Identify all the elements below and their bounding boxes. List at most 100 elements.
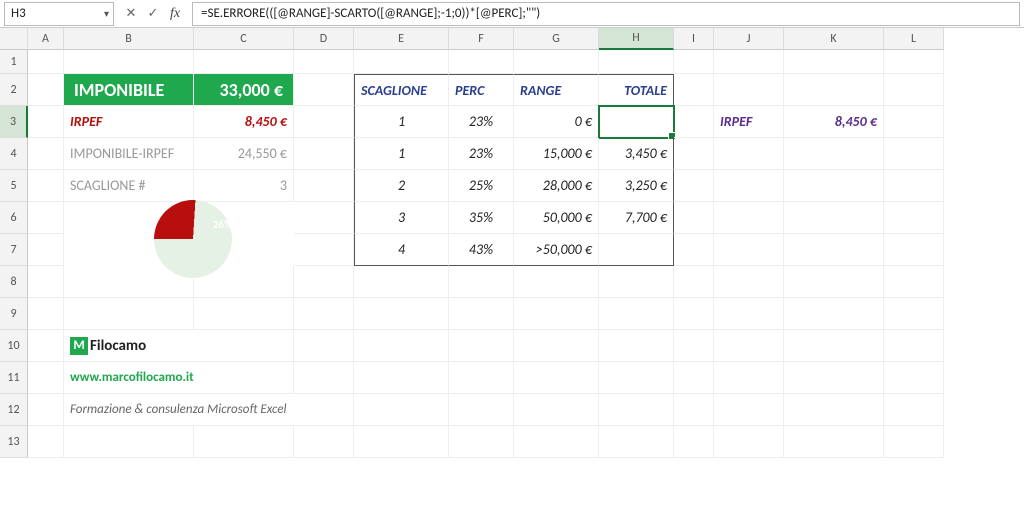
cell-L13[interactable]: [884, 426, 944, 458]
col-header-H[interactable]: H: [599, 28, 674, 50]
cell-A7[interactable]: [28, 234, 64, 266]
cell-K13[interactable]: [784, 426, 884, 458]
table-row-totale[interactable]: 7,700 €: [599, 202, 674, 234]
cell-F10[interactable]: [449, 330, 514, 362]
cell-E10[interactable]: [354, 330, 449, 362]
cell-A11[interactable]: [28, 362, 64, 394]
table-row-scaglione[interactable]: 2: [354, 170, 449, 202]
cell-B8[interactable]: [64, 266, 194, 298]
cell-C1[interactable]: [194, 50, 294, 74]
cell-G9[interactable]: [514, 298, 599, 330]
cell-D4[interactable]: [294, 138, 354, 170]
cell-A4[interactable]: [28, 138, 64, 170]
cell-L12[interactable]: [884, 394, 944, 426]
diff-label[interactable]: IMPONIBILE-IRPEF: [64, 138, 194, 170]
row-header-13[interactable]: 13: [0, 426, 28, 458]
row-header-10[interactable]: 10: [0, 330, 28, 362]
table-row-totale[interactable]: 3,250 €: [599, 170, 674, 202]
name-box[interactable]: H3 ▾: [4, 2, 114, 26]
row-header-5[interactable]: 5: [0, 170, 28, 202]
cell-D2[interactable]: [294, 74, 354, 106]
cell-B1[interactable]: [64, 50, 194, 74]
cell-F1[interactable]: [449, 50, 514, 74]
cell-D8[interactable]: [294, 266, 354, 298]
cell-D11[interactable]: [294, 362, 354, 394]
cell-I11[interactable]: [674, 362, 714, 394]
col-header-B[interactable]: B: [64, 28, 194, 50]
cell-E12[interactable]: [354, 394, 449, 426]
cell-L1[interactable]: [884, 50, 944, 74]
cell-J4[interactable]: [714, 138, 784, 170]
row-header-2[interactable]: 2: [0, 74, 28, 106]
table-row-scaglione[interactable]: 4: [354, 234, 449, 266]
cell-B13[interactable]: [64, 426, 194, 458]
cell-B9[interactable]: [64, 298, 194, 330]
table-row-perc[interactable]: 25%: [449, 170, 514, 202]
cell-C13[interactable]: [194, 426, 294, 458]
table-row-totale[interactable]: 3,450 €: [599, 138, 674, 170]
cell-A13[interactable]: [28, 426, 64, 458]
cell-H1[interactable]: [599, 50, 674, 74]
cell-E9[interactable]: [354, 298, 449, 330]
diff-value[interactable]: 24,550 €: [194, 138, 294, 170]
cell-F12[interactable]: [449, 394, 514, 426]
cell-D3[interactable]: [294, 106, 354, 138]
imponibile-label[interactable]: IMPONIBILE: [64, 74, 194, 106]
col-header-L[interactable]: L: [884, 28, 944, 50]
cell-I5[interactable]: [674, 170, 714, 202]
cell-K6[interactable]: [784, 202, 884, 234]
cell-E1[interactable]: [354, 50, 449, 74]
cell-L9[interactable]: [884, 298, 944, 330]
cell-E13[interactable]: [354, 426, 449, 458]
col-header-D[interactable]: D: [294, 28, 354, 50]
cell-K2[interactable]: [784, 74, 884, 106]
cell-K9[interactable]: [784, 298, 884, 330]
cell-K12[interactable]: [784, 394, 884, 426]
cell-J2[interactable]: [714, 74, 784, 106]
irpef-value[interactable]: 8,450 €: [194, 106, 294, 138]
cell-K7[interactable]: [784, 234, 884, 266]
cell-L6[interactable]: [884, 202, 944, 234]
cell-A5[interactable]: [28, 170, 64, 202]
row-header-3[interactable]: 3: [0, 106, 28, 138]
cell-I6[interactable]: [674, 202, 714, 234]
cell-A12[interactable]: [28, 394, 64, 426]
cell-J7[interactable]: [714, 234, 784, 266]
cell-J9[interactable]: [714, 298, 784, 330]
cell-A3[interactable]: [28, 106, 64, 138]
cell-H8[interactable]: [599, 266, 674, 298]
cancel-formula-icon[interactable]: ✕: [120, 2, 142, 26]
cell-L3[interactable]: [884, 106, 944, 138]
cell-L5[interactable]: [884, 170, 944, 202]
cell-G10[interactable]: [514, 330, 599, 362]
cell-E11[interactable]: [354, 362, 449, 394]
spreadsheet-grid[interactable]: A B C D E F G H I J K L 1 2 IMPONIBILE 3…: [0, 28, 1024, 458]
cell-H11[interactable]: [599, 362, 674, 394]
cell-J12[interactable]: [714, 394, 784, 426]
cell-I9[interactable]: [674, 298, 714, 330]
table-row-range[interactable]: >50,000 €: [514, 234, 599, 266]
row-header-4[interactable]: 4: [0, 138, 28, 170]
formula-input[interactable]: =SE.ERRORE(([@RANGE]-SCARTO([@RANGE];-1;…: [192, 2, 1020, 26]
cell-H13[interactable]: [599, 426, 674, 458]
cell-A10[interactable]: [28, 330, 64, 362]
cell-D9[interactable]: [294, 298, 354, 330]
cell-I1[interactable]: [674, 50, 714, 74]
cell-I10[interactable]: [674, 330, 714, 362]
pie-chart-cell[interactable]: 26%: [64, 202, 294, 234]
col-header-E[interactable]: E: [354, 28, 449, 50]
table-row-range[interactable]: 28,000 €: [514, 170, 599, 202]
scaglione-num-label[interactable]: SCAGLIONE #: [64, 170, 194, 202]
cell-K1[interactable]: [784, 50, 884, 74]
cell-I13[interactable]: [674, 426, 714, 458]
row-header-8[interactable]: 8: [0, 266, 28, 298]
cell-G13[interactable]: [514, 426, 599, 458]
cell-I7[interactable]: [674, 234, 714, 266]
cell-A6[interactable]: [28, 202, 64, 234]
cell-I3[interactable]: [674, 106, 714, 138]
cell-G8[interactable]: [514, 266, 599, 298]
cell-L10[interactable]: [884, 330, 944, 362]
cell-J8[interactable]: [714, 266, 784, 298]
cell-D13[interactable]: [294, 426, 354, 458]
brand-cell[interactable]: M Filocamo: [64, 330, 294, 362]
